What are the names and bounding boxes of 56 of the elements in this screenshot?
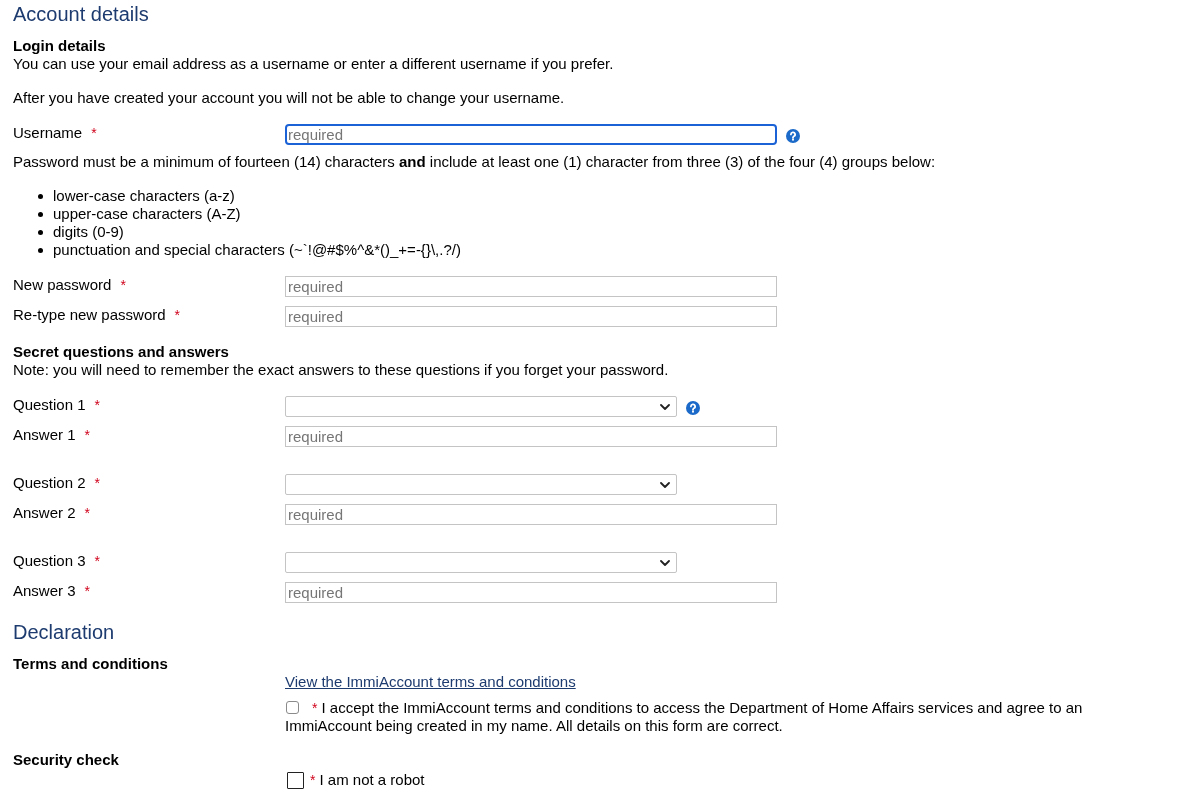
text-field[interactable]: required	[285, 276, 777, 297]
section-title: Account details	[13, 2, 149, 26]
bullet-icon	[38, 247, 43, 253]
bullet-icon	[38, 229, 43, 235]
required-mark: *	[84, 582, 90, 600]
field-label: New password	[13, 276, 112, 294]
required-mark: *	[94, 474, 100, 492]
field-label: Question 2	[13, 474, 86, 492]
help-icon[interactable]	[686, 400, 700, 415]
subsection-heading: Terms and conditions	[13, 655, 168, 673]
help-icon[interactable]	[786, 128, 800, 143]
info-text: You can use your email address as a username or enter a different username if you prefer.	[13, 55, 614, 73]
field-label: Question 1	[13, 396, 86, 414]
text-field[interactable]: required	[285, 426, 777, 447]
list-item-text: upper-case characters (A-Z)	[53, 205, 241, 223]
text-field[interactable]: required	[285, 306, 777, 327]
required-mark: *	[310, 771, 316, 789]
chevron-down-icon	[660, 481, 670, 488]
question-select[interactable]	[285, 396, 677, 417]
field-label: Re-type new password	[13, 306, 166, 324]
subsection-heading: Login details	[13, 37, 106, 55]
field-label: Answer 2	[13, 504, 76, 522]
field-label: Question 3	[13, 552, 86, 570]
field-label: Username	[13, 124, 83, 142]
list-item-text: digits (0-9)	[53, 223, 124, 241]
info-text: Note: you will need to remember the exact answers to these questions if you forget your password.	[13, 361, 669, 379]
required-mark: *	[94, 396, 100, 414]
required-mark: *	[91, 124, 97, 142]
required-mark: *	[120, 276, 126, 294]
field-label: Answer 3	[13, 582, 76, 600]
question-select[interactable]	[285, 552, 677, 573]
required-mark: *	[84, 504, 90, 522]
bullet-icon	[38, 193, 43, 199]
password-rule-text: Password must be a minimum of fourteen (14) characters and include at least one (1) character from three (3) of the four (4) groups below:	[13, 153, 936, 171]
text-field[interactable]: required	[285, 124, 777, 145]
chevron-down-icon	[660, 559, 670, 566]
list-item-text: lower-case characters (a-z)	[53, 187, 235, 205]
subsection-heading: Secret questions and answers	[13, 343, 229, 361]
field-label: Answer 1	[13, 426, 76, 444]
info-text: After you have created your account you will not be able to change your username.	[13, 89, 565, 107]
text-field[interactable]: required	[285, 582, 777, 603]
required-mark: *	[94, 552, 100, 570]
bullet-icon	[38, 211, 43, 217]
terms-link[interactable]: View the ImmiAccount terms and conditions	[285, 673, 576, 690]
section-title: Declaration	[13, 620, 115, 644]
terms-checkbox[interactable]	[286, 701, 299, 714]
required-mark: *	[84, 426, 90, 444]
robot-checkbox-label: I am not a robot	[319, 771, 425, 789]
question-select[interactable]	[285, 474, 677, 495]
list-item-text: punctuation and special characters (~`!@#$%^&*()_+=-{}\,.?/)	[53, 241, 461, 259]
subsection-heading: Security check	[13, 751, 119, 769]
terms-acceptance-label[interactable]: * I accept the ImmiAccount terms and conditions to access the Department of Home Affairs services and agree to an ImmiAccount being created in my name. All details on this form are correct.	[285, 699, 1155, 735]
chevron-down-icon	[660, 403, 670, 410]
required-mark: *	[174, 306, 181, 324]
robot-checkbox[interactable]	[287, 771, 304, 789]
text-field[interactable]: required	[285, 504, 777, 525]
